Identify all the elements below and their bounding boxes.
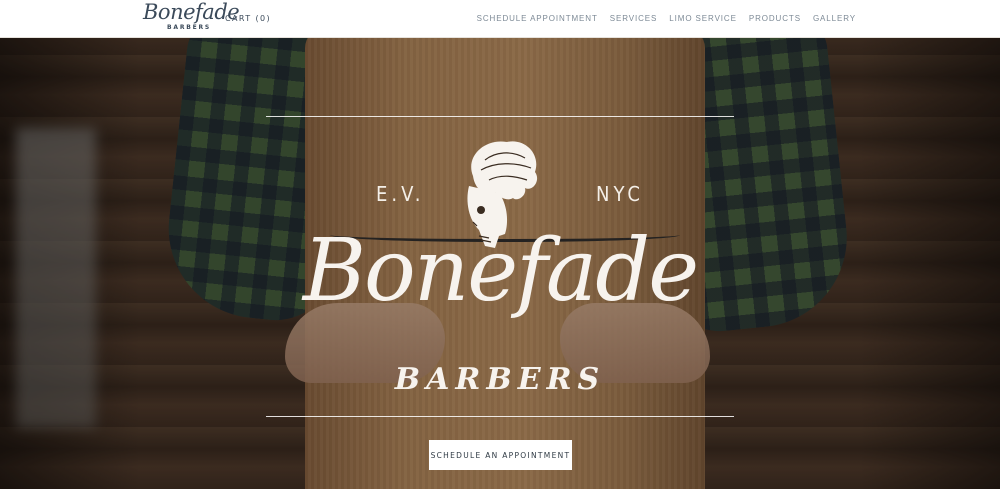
logo[interactable]: Bonefade BARBERS <box>143 0 240 35</box>
emblem-left-text: E.V. <box>376 182 425 206</box>
nav-services[interactable]: SERVICES <box>610 14 658 23</box>
schedule-appointment-button[interactable]: SCHEDULE AN APPOINTMENT <box>429 440 572 470</box>
emblem-brand-script: Bonefade <box>302 221 699 321</box>
cart-link[interactable]: CART (0) <box>225 14 271 23</box>
site-header: Bonefade BARBERS CART (0) SCHEDULE APPOI… <box>0 0 1000 38</box>
nav-schedule-appointment[interactable]: SCHEDULE APPOINTMENT <box>477 14 598 23</box>
nav-products[interactable]: PRODUCTS <box>749 14 801 23</box>
emblem-rule-bottom <box>266 416 734 417</box>
logo-subtitle: BARBERS <box>167 24 212 31</box>
hero-section: E.V. NYC Bonefade BARBERS SCHEDULE AN AP… <box>0 38 1000 489</box>
nav-gallery[interactable]: GALLERY <box>813 14 856 23</box>
nav-limo-service[interactable]: LIMO SERVICE <box>669 14 737 23</box>
emblem-right-text: NYC <box>596 182 644 206</box>
main-nav: SCHEDULE APPOINTMENT SERVICES LIMO SERVI… <box>477 14 856 23</box>
emblem-brand-subtitle: BARBERS <box>394 362 606 397</box>
emblem-rule-top <box>266 116 734 117</box>
